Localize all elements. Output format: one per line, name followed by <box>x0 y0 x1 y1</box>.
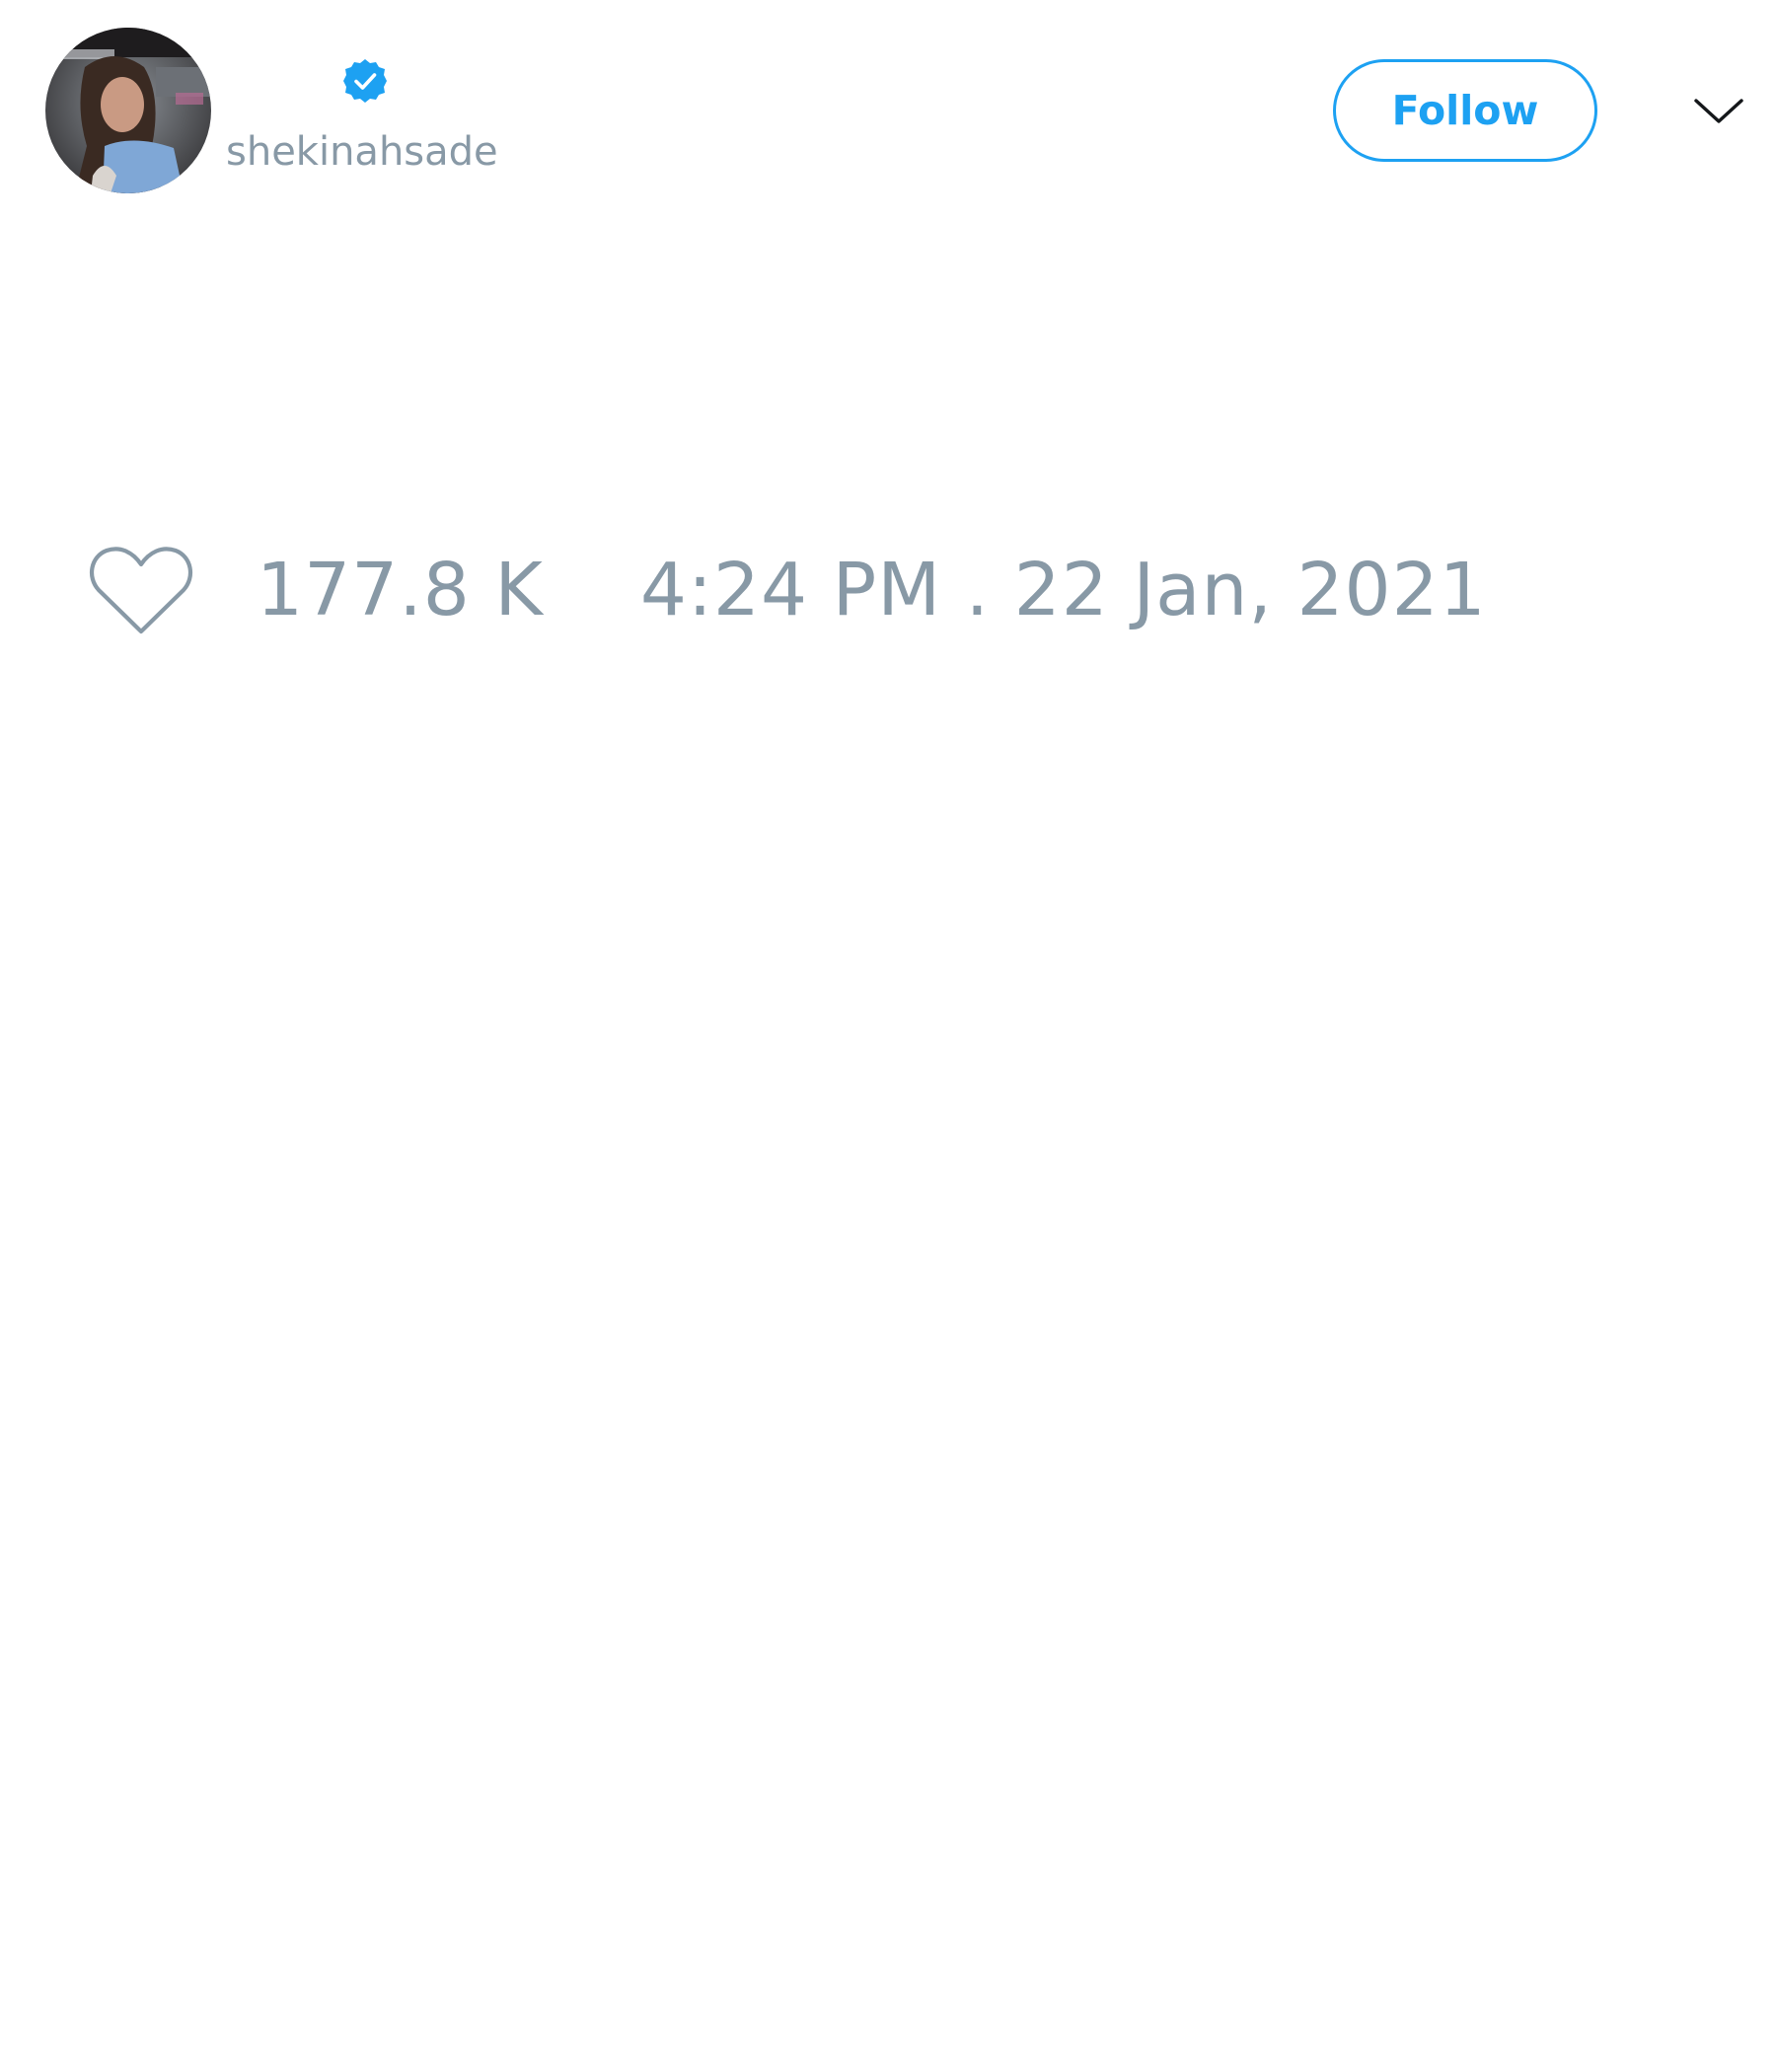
author-name-row <box>226 51 389 111</box>
follow-button[interactable]: Follow <box>1333 59 1597 162</box>
author-handle[interactable]: shekinahsade <box>226 124 498 180</box>
chevron-down-icon[interactable] <box>1693 91 1744 130</box>
verified-badge-icon <box>341 57 389 105</box>
tweet-card: shekinahsade Follow 177.8 K 4:24 PM . 22… <box>0 0 1776 2072</box>
like-count: 177.8 K <box>257 548 544 632</box>
avatar-photo <box>45 28 211 193</box>
tweet-timestamp[interactable]: 4:24 PM . 22 Jan, 2021 <box>640 548 1487 632</box>
heart-outline-icon[interactable] <box>89 545 193 635</box>
tweet-meta-row: 177.8 K 4:24 PM . 22 Jan, 2021 <box>89 541 1487 639</box>
avatar[interactable] <box>45 28 211 193</box>
